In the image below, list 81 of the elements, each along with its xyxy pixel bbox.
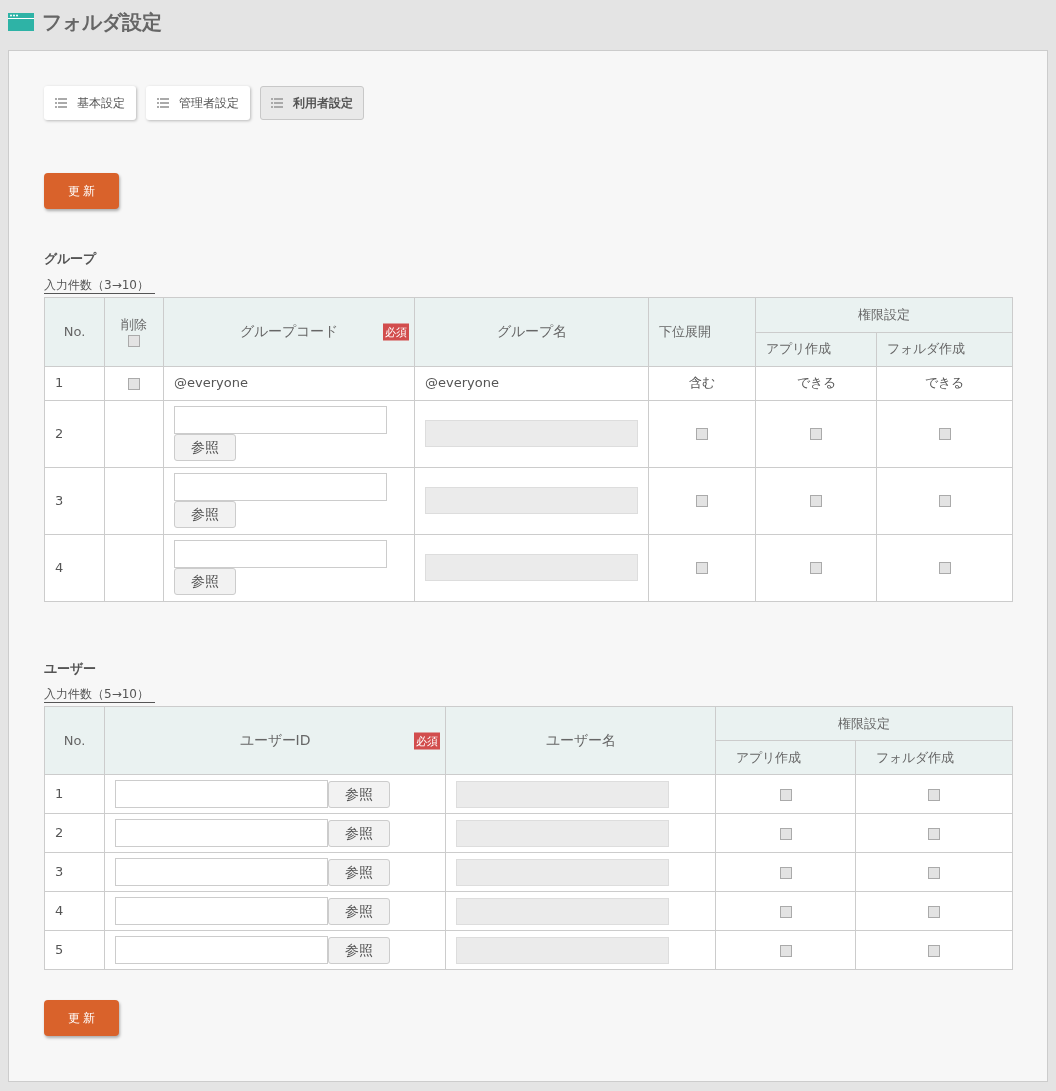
user-id-field[interactable] <box>115 897 328 925</box>
user-id-field[interactable] <box>115 936 328 964</box>
list-icon <box>157 98 169 108</box>
browse-button[interactable]: 参照 <box>174 434 236 461</box>
checkbox[interactable] <box>928 866 940 879</box>
table-cell: 1 <box>55 375 64 391</box>
table-cell: 2 <box>55 425 64 441</box>
table-cell: @everyone <box>425 375 499 391</box>
column-header: ユーザー名 <box>545 732 616 748</box>
column-header: 下位展開 <box>659 323 711 339</box>
checkbox[interactable] <box>938 428 951 441</box>
table-cell: 4 <box>55 559 64 575</box>
checkbox[interactable] <box>928 905 940 918</box>
column-header: No. <box>63 323 86 339</box>
browse-button[interactable]: 参照 <box>174 568 236 595</box>
window-icon <box>8 13 34 31</box>
table-cell: @everyone <box>174 375 248 391</box>
user-id-field[interactable] <box>115 819 328 847</box>
tab[interactable]: 管理者設定 <box>146 86 250 120</box>
checkbox[interactable] <box>696 562 708 575</box>
checkbox[interactable] <box>928 827 940 840</box>
column-header: No. <box>63 732 86 748</box>
table-cell: 5 <box>55 942 64 958</box>
section-title: グループ <box>44 250 98 268</box>
user-id-field[interactable] <box>115 780 328 808</box>
list-icon <box>55 98 67 108</box>
update-button[interactable]: 更 新 <box>44 173 119 209</box>
count-link[interactable]: 入力件数（3→10） <box>44 277 155 294</box>
user-id-field[interactable] <box>115 858 328 886</box>
checkbox[interactable] <box>779 905 792 918</box>
group-code-field[interactable] <box>174 406 387 434</box>
column-header: グループコード <box>240 323 338 339</box>
table-cell: 含む <box>689 375 715 391</box>
checkbox[interactable] <box>779 944 792 957</box>
checkbox[interactable] <box>696 495 708 508</box>
table-cell: できる <box>796 375 836 391</box>
checkbox[interactable] <box>928 944 940 957</box>
required-badge: 必須 <box>414 732 440 749</box>
column-header: フォルダ作成 <box>876 749 954 765</box>
checkbox[interactable] <box>810 428 822 441</box>
count-link[interactable]: 入力件数（5→10） <box>44 687 155 703</box>
checkbox[interactable] <box>779 827 792 840</box>
column-header: 権限設定 <box>838 715 890 731</box>
checkbox[interactable] <box>928 788 940 801</box>
column-header: フォルダ作成 <box>887 341 965 357</box>
table-cell: 1 <box>55 786 64 802</box>
checkbox[interactable] <box>938 495 951 508</box>
column-header: ユーザーID <box>239 732 311 748</box>
checkbox[interactable] <box>128 335 140 347</box>
group-code-field[interactable] <box>174 473 387 501</box>
browse-button[interactable]: 参照 <box>328 936 390 964</box>
page-title: フォルダ設定 <box>42 9 162 36</box>
table-cell: 4 <box>55 903 64 919</box>
checkbox[interactable] <box>696 428 708 441</box>
tab[interactable]: 基本設定 <box>44 86 136 120</box>
tab[interactable]: 利用者設定 <box>260 86 364 120</box>
table-cell: 2 <box>55 825 64 841</box>
column-header: 権限設定 <box>858 306 910 322</box>
column-header: アプリ作成 <box>766 341 831 357</box>
required-badge: 必須 <box>383 323 409 340</box>
checkbox[interactable] <box>128 377 140 390</box>
browse-button[interactable]: 参照 <box>328 858 390 886</box>
checkbox[interactable] <box>810 562 822 575</box>
section-title: ユーザー <box>44 659 97 678</box>
checkbox[interactable] <box>810 495 822 508</box>
browse-button[interactable]: 参照 <box>328 897 390 925</box>
column-header: グループ名 <box>496 323 567 339</box>
browse-button[interactable]: 参照 <box>328 780 390 808</box>
browse-button[interactable]: 参照 <box>328 819 390 847</box>
column-header: 削除 <box>120 317 148 332</box>
table-cell: 3 <box>55 864 64 880</box>
checkbox[interactable] <box>779 788 792 801</box>
column-header: アプリ作成 <box>736 749 801 765</box>
update-button[interactable]: 更 新 <box>44 1000 119 1036</box>
browse-button[interactable]: 参照 <box>174 501 236 528</box>
table-cell: できる <box>925 375 964 391</box>
table-cell: 3 <box>55 492 64 508</box>
checkbox[interactable] <box>938 562 951 575</box>
list-icon <box>271 98 283 108</box>
checkbox[interactable] <box>779 866 792 879</box>
group-code-field[interactable] <box>174 540 387 568</box>
